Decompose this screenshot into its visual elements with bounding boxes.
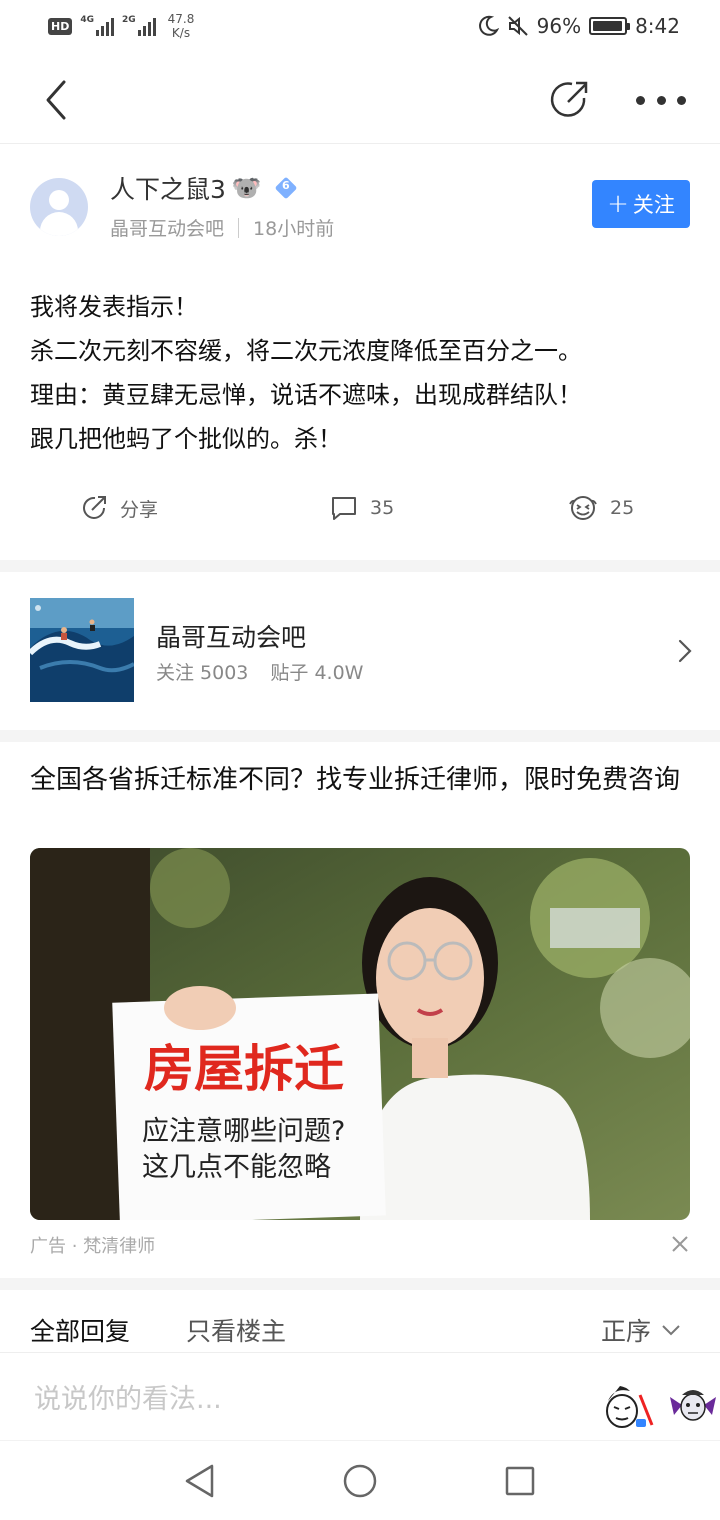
sticker-face-icon[interactable] [600, 1385, 656, 1431]
follow-button[interactable]: + 关注 [592, 180, 690, 228]
post-line: 理由：黄豆肆无忌惮，说话不遮味，出现成群结队！ [30, 381, 582, 409]
nav-home-icon[interactable] [342, 1463, 378, 1499]
post-line: 杀二次元刻不容缓，将二次元浓度降低至百分之一。 [30, 337, 582, 365]
sticker-character-icon[interactable] [668, 1387, 718, 1427]
ad-image-line2: 这几点不能忽略 [142, 1152, 331, 1183]
share-icon [83, 496, 106, 519]
level-badge-icon: 6 [274, 176, 298, 200]
share-button[interactable] [548, 78, 592, 122]
section-divider [0, 1278, 720, 1290]
back-button[interactable] [36, 78, 80, 122]
ad-image-line1: 应注意哪些问题? [142, 1116, 345, 1147]
signal-4g-icon: 4G [80, 16, 114, 36]
follow-label: 关注 [632, 193, 675, 217]
dot-icon [677, 95, 686, 105]
comment-icon [332, 497, 356, 520]
like-action[interactable]: 25 [568, 494, 634, 522]
share-action[interactable]: 分享 [80, 494, 158, 522]
comment-input[interactable]: 说说你的看法... [34, 1377, 222, 1416]
plus-icon: + [607, 189, 629, 219]
signal-2g-icon: 2G [122, 16, 156, 36]
chevron-left-icon [46, 80, 66, 120]
sort-dropdown[interactable]: 正序 [601, 1312, 681, 1348]
ad-image-headline: 房屋拆迁 [144, 1040, 344, 1098]
clock: 8:42 [635, 14, 680, 38]
comment-action[interactable]: 35 [330, 494, 394, 522]
nav-recent-icon[interactable] [504, 1465, 536, 1497]
battery-icon [589, 17, 631, 35]
forum-name: 晶哥互动会吧 [156, 623, 307, 652]
moon-icon [478, 15, 499, 36]
share-label: 分享 [120, 498, 159, 521]
koala-emoji: 🐨 [231, 174, 262, 202]
tab-op-only[interactable]: 只看楼主 [186, 1312, 286, 1348]
chevron-down-icon [662, 1325, 680, 1336]
chevron-right-icon [678, 639, 692, 663]
post-content: 我将发表指示！ 杀二次元刻不容缓，将二次元浓度降低至百分之一。 理由：黄豆肆无忌… [30, 285, 700, 461]
battery-percent: 96% [536, 14, 582, 38]
sort-label: 正序 [601, 1317, 652, 1346]
dot-icon [656, 95, 666, 105]
comment-count: 35 [370, 497, 395, 519]
top-bar [0, 58, 720, 144]
ad-source: 广告 · 梵清律师 [30, 1236, 156, 1257]
ad-image[interactable]: 房屋拆迁 应注意哪些问题? 这几点不能忽略 [30, 848, 690, 1220]
comment-bar: 说说你的看法... [0, 1352, 720, 1440]
like-count: 25 [610, 497, 635, 519]
divider [238, 217, 240, 238]
forum-thumbnail [30, 598, 134, 702]
status-bar: HD 4G 2G 47.8 K/s 96% 8:42 [0, 0, 720, 58]
system-nav-bar [0, 1440, 720, 1520]
reply-tabs: 全部回复 只看楼主 正序 [0, 1292, 720, 1352]
close-icon[interactable] [670, 1234, 690, 1254]
like-face-icon [569, 496, 597, 520]
post-time: 18小时前 [253, 218, 335, 240]
section-divider [0, 730, 720, 742]
share-icon [550, 81, 588, 117]
tab-all-replies[interactable]: 全部回复 [30, 1312, 130, 1348]
forum-link[interactable]: 晶哥互动会吧 [110, 214, 224, 241]
network-speed: 47.8 K/s [167, 12, 195, 40]
post-line: 跟几把他蚂了个批似的。杀！ [30, 425, 342, 453]
section-divider [0, 560, 720, 572]
username[interactable]: 人下之鼠3 [110, 170, 226, 206]
post-line: 我将发表指示！ [30, 293, 198, 321]
nav-back-icon[interactable] [184, 1463, 216, 1499]
forum-posts: 贴子 4.0W [270, 662, 364, 684]
more-button[interactable] [636, 88, 686, 112]
mute-icon [507, 16, 528, 36]
hd-badge: HD [48, 17, 73, 35]
ad-title[interactable]: 全国各省拆迁标准不同？找专业拆迁律师，限时免费咨询 [30, 760, 690, 800]
avatar[interactable] [30, 178, 88, 236]
post-actions: 分享 35 25 [0, 494, 720, 540]
post-header: 人下之鼠3 🐨 6 晶哥互动会吧 18小时前 + 关注 [0, 144, 720, 264]
dot-icon [636, 95, 645, 105]
forum-followers: 关注 5003 [156, 662, 249, 684]
forum-card[interactable]: 晶哥互动会吧 关注 5003 贴子 4.0W [0, 580, 720, 728]
